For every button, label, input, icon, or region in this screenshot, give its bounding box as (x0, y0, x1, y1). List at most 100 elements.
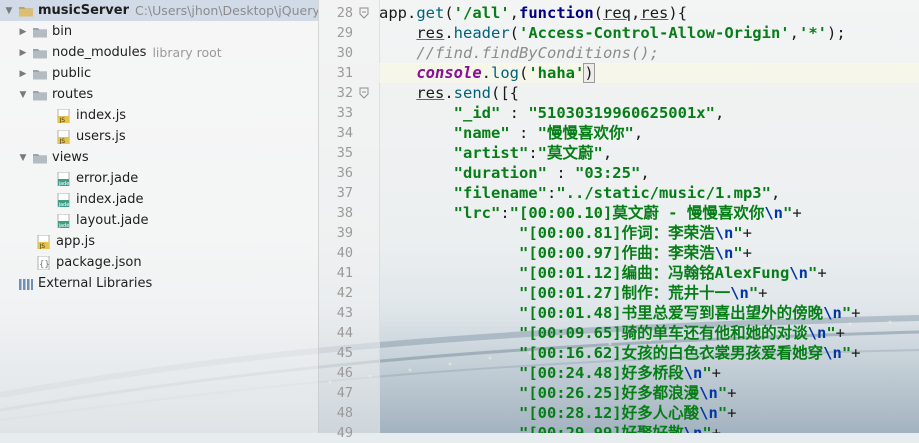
code-token: . (481, 64, 491, 82)
line-number: 29 (336, 25, 353, 41)
code-line[interactable]: "[00:26.25]好多都浪漫\n"+ (379, 383, 737, 403)
chevron-right-icon[interactable]: ▶ (18, 27, 28, 37)
code-line[interactable]: "[00:00.97]作曲：李荣浩\n"+ (379, 243, 752, 263)
code-token: log (491, 64, 519, 82)
chevron-down-icon[interactable]: ▼ (18, 153, 28, 163)
code-line[interactable]: "[00:09.65]骑的单车还有他和她的对谈\n"+ (379, 323, 845, 343)
tree-item-error-jade[interactable]: jade error.jade (0, 168, 318, 189)
line-number: 41 (336, 265, 353, 281)
tree-item-label: views (52, 150, 89, 165)
folder-icon (32, 151, 48, 165)
code-token: "duration" (453, 164, 547, 182)
tree-item-bin[interactable]: ▶ bin (0, 21, 318, 42)
code-token: "[00:01.27]制作：荒井十一 (518, 284, 731, 302)
code-line[interactable]: "name" : "慢慢喜欢你", (379, 123, 644, 143)
line-number: 37 (336, 185, 353, 201)
code-line[interactable]: "_id" : "51030319960625001x", (379, 103, 725, 123)
line-number: 44 (336, 325, 353, 341)
code-token: + (742, 224, 752, 242)
code-line[interactable]: "duration" : "03:25", (379, 163, 650, 183)
code-line[interactable]: "filename":"../static/music/1.mp3", (379, 183, 781, 203)
js-file-icon: JS (36, 234, 52, 249)
code-editor[interactable]: app.get('/all',function(req,res){ res.he… (379, 0, 919, 433)
code-token: 'haha' (528, 64, 585, 82)
json-file-icon: {} (36, 255, 52, 270)
code-token: "慢慢喜欢你" (537, 124, 634, 142)
line-number: 33 (336, 105, 353, 121)
jade-file-icon: jade (56, 192, 72, 207)
code-token: " (841, 304, 852, 322)
editor-gutter: 28 29 30 31 32 33 34 35 36 37 38 39 40 4… (318, 0, 380, 441)
tree-item-index-jade[interactable]: jade index.jade (0, 189, 318, 210)
code-token: + (792, 204, 802, 222)
code-token: , (631, 4, 641, 22)
code-token: " (717, 404, 728, 422)
chevron-down-icon[interactable]: ▼ (18, 90, 28, 100)
tree-item-external-libraries[interactable]: External Libraries (0, 273, 318, 294)
code-token: "[00:16.62]女孩的白色衣裳男孩爱看她穿 (518, 344, 824, 362)
code-line[interactable]: console.log('haha') (379, 63, 919, 83)
tree-item-views[interactable]: ▼ views (0, 147, 318, 168)
code-line[interactable]: //find.findByConditions(); (379, 43, 659, 63)
chevron-right-icon[interactable]: ▶ (18, 69, 28, 79)
code-token: " (783, 204, 793, 222)
code-token: : (546, 184, 557, 202)
code-token: + (742, 244, 752, 262)
fold-toggle-icon[interactable] (359, 87, 369, 99)
code-line[interactable]: "[00:28.12]好多人心酸\n"+ (379, 403, 737, 423)
tree-item-label: app.js (56, 234, 95, 249)
code-line[interactable]: "artist":"莫文蔚", (379, 143, 613, 163)
line-number: 48 (336, 405, 353, 421)
code-token: console (416, 64, 482, 82)
tree-item-label: public (52, 66, 92, 81)
code-line[interactable]: "[00:01.48]书里总爱写到喜出望外的傍晚\n"+ (379, 303, 861, 323)
tree-item-layout-jade[interactable]: jade layout.jade (0, 210, 318, 231)
tree-root-musicserver[interactable]: ▼ musicServer C:\Users\jhon\Desktop\jQue… (0, 0, 318, 21)
chevron-down-icon[interactable]: ▼ (4, 6, 14, 16)
tree-item-package-json[interactable]: {} package.json (0, 252, 318, 273)
tree-item-users-js[interactable]: JS users.js (0, 126, 318, 147)
code-token: "[00:26.25]好多都浪漫 (518, 384, 700, 402)
code-line[interactable]: res.send([{ (379, 83, 519, 103)
js-file-icon: JS (56, 108, 72, 123)
code-token: \n (699, 404, 718, 422)
line-number: 39 (336, 225, 353, 241)
tree-item-public[interactable]: ▶ public (0, 63, 318, 84)
code-line[interactable]: "[00:01.12]编曲：冯翰铭AlexFung\n"+ (379, 263, 827, 283)
chevron-right-icon[interactable]: ▶ (18, 48, 28, 58)
code-token: " (702, 364, 712, 382)
code-line[interactable]: "[00:29.99]好聚好散\n"+ (379, 423, 721, 433)
tree-item-index-js[interactable]: JS index.js (0, 105, 318, 126)
code-line[interactable]: "[00:16.62]女孩的白色衣裳男孩爱看她穿\n"+ (379, 343, 861, 363)
code-line[interactable]: "lrc":"[00:00.10]莫文蔚 - 慢慢喜欢你\n"+ (379, 203, 802, 223)
code-line[interactable]: "[00:00.81]作词：李荣浩\n"+ (379, 223, 752, 243)
code-token: "lrc" (453, 204, 501, 222)
code-token: send (453, 84, 491, 102)
code-token: + (817, 264, 827, 282)
tree-item-routes[interactable]: ▼ routes (0, 84, 318, 105)
code-token: "_id" (453, 104, 501, 122)
folder-icon (32, 46, 48, 60)
code-line[interactable]: "[00:01.27]制作：荒井十一\n"+ (379, 283, 768, 303)
tree-item-node-modules[interactable]: ▶ node_modules library root (0, 42, 318, 63)
code-line[interactable]: "[00:24.48]好多桥段\n"+ (379, 363, 721, 383)
code-token: " (702, 424, 712, 433)
code-token: \n (807, 324, 827, 342)
code-token: '/all' (453, 4, 510, 22)
code-token: , (789, 24, 799, 42)
line-number: 38 (336, 205, 353, 221)
code-line[interactable]: res.header('Access-Control-Allow-Origin'… (379, 23, 845, 43)
code-line[interactable]: app.get('/all',function(req,res){ (379, 3, 687, 23)
code-token: res (416, 84, 445, 102)
line-number: 32 (336, 85, 353, 101)
tree-item-app-js[interactable]: JS app.js (0, 231, 318, 252)
fold-toggle-icon[interactable] (359, 7, 369, 19)
